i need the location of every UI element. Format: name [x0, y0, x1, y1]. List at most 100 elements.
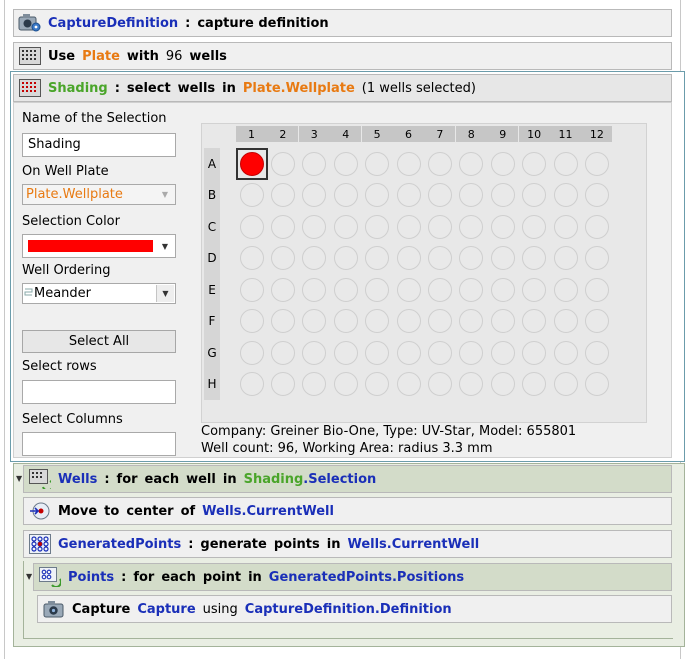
row-header-D[interactable]: D — [204, 243, 220, 274]
well-D2[interactable] — [270, 246, 295, 270]
well-E8[interactable] — [459, 277, 484, 302]
well-G8[interactable] — [459, 340, 484, 365]
well-plate-select[interactable]: Plate.Wellplate ▼ — [22, 184, 176, 205]
well-C6[interactable] — [396, 214, 421, 239]
well-E10[interactable] — [522, 277, 547, 302]
column-header-2[interactable]: 2 — [267, 126, 299, 142]
well-plate-grid[interactable]: 1 2 3 4 5 6 7 8 9 10 11 12 A B C D E F G H — [201, 123, 647, 423]
well-A10[interactable] — [522, 151, 547, 176]
selection-color-select[interactable]: ▼ — [22, 234, 176, 258]
well-E2[interactable] — [270, 277, 295, 302]
well-F4[interactable] — [333, 309, 358, 333]
well-D5[interactable] — [365, 246, 390, 270]
well-A3[interactable] — [302, 151, 327, 176]
well-G1[interactable] — [239, 340, 264, 365]
generated-points-row[interactable]: GeneratedPoints : generate points in Wel… — [23, 530, 672, 558]
select-all-button[interactable]: Select All — [22, 330, 176, 353]
well-A8[interactable] — [459, 151, 484, 176]
well-H7[interactable] — [427, 372, 452, 396]
well-B12[interactable] — [584, 183, 609, 207]
well-B6[interactable] — [396, 183, 421, 207]
row-header-H[interactable]: H — [204, 369, 220, 400]
row-header-B[interactable]: B — [204, 180, 220, 211]
well-D11[interactable] — [553, 246, 578, 270]
well-C5[interactable] — [365, 214, 390, 239]
well-H3[interactable] — [302, 372, 327, 396]
select-columns-input[interactable] — [22, 432, 176, 456]
column-header-6[interactable]: 6 — [393, 126, 424, 142]
points-loop-row[interactable]: Points : for each point in GeneratedPoin… — [33, 563, 672, 591]
well-A4[interactable] — [333, 151, 358, 176]
well-G7[interactable] — [427, 340, 452, 365]
well-C9[interactable] — [490, 214, 515, 239]
well-C10[interactable] — [522, 214, 547, 239]
column-header-10[interactable]: 10 — [518, 126, 550, 142]
well-A1[interactable] — [239, 151, 264, 176]
wells-loop-row[interactable]: Wells : for each well in Shading .Selecti… — [23, 465, 672, 493]
well-A12[interactable] — [584, 151, 609, 176]
well-G12[interactable] — [584, 340, 609, 365]
well-D7[interactable] — [427, 246, 452, 270]
well-D6[interactable] — [396, 246, 421, 270]
well-C11[interactable] — [553, 214, 578, 239]
row-header-E[interactable]: E — [204, 274, 220, 305]
well-E11[interactable] — [553, 277, 578, 302]
well-B8[interactable] — [459, 183, 484, 207]
chevron-down-icon[interactable]: ▼ — [156, 285, 174, 302]
well-G5[interactable] — [365, 340, 390, 365]
row-header-G[interactable]: G — [204, 337, 220, 368]
column-header-1[interactable]: 1 — [236, 126, 267, 142]
well-D9[interactable] — [490, 246, 515, 270]
well-A9[interactable] — [490, 151, 515, 176]
well-F11[interactable] — [553, 309, 578, 333]
well-F10[interactable] — [522, 309, 547, 333]
column-header-7[interactable]: 7 — [424, 126, 456, 142]
well-F2[interactable] — [270, 309, 295, 333]
column-header-5[interactable]: 5 — [361, 126, 393, 142]
well-E7[interactable] — [427, 277, 452, 302]
well-H8[interactable] — [459, 372, 484, 396]
well-H1[interactable] — [239, 372, 264, 396]
well-C3[interactable] — [302, 214, 327, 239]
column-header-9[interactable]: 9 — [487, 126, 519, 142]
well-B5[interactable] — [365, 183, 390, 207]
row-header-C[interactable]: C — [204, 211, 220, 242]
chevron-down-icon[interactable]: ▼ — [156, 186, 174, 203]
well-D4[interactable] — [333, 246, 358, 270]
well-E3[interactable] — [302, 277, 327, 302]
well-D3[interactable] — [302, 246, 327, 270]
well-C1[interactable] — [239, 214, 264, 239]
well-G4[interactable] — [333, 340, 358, 365]
well-F7[interactable] — [427, 309, 452, 333]
well-D10[interactable] — [522, 246, 547, 270]
well-A7[interactable] — [427, 151, 452, 176]
well-E5[interactable] — [365, 277, 390, 302]
well-E9[interactable] — [490, 277, 515, 302]
well-D1[interactable] — [239, 246, 264, 270]
well-ordering-select[interactable]: Meander ▼ — [22, 283, 176, 304]
well-D8[interactable] — [459, 246, 484, 270]
collapse-triangle-icon[interactable]: ▼ — [16, 474, 22, 483]
well-C2[interactable] — [270, 214, 295, 239]
capture-definition-row[interactable]: CaptureDefinition : capture definition — [13, 9, 672, 37]
use-plate-row[interactable]: Use Plate with 96 wells — [13, 42, 672, 70]
well-C7[interactable] — [427, 214, 452, 239]
well-H2[interactable] — [270, 372, 295, 396]
well-E1[interactable] — [239, 277, 264, 302]
well-H4[interactable] — [333, 372, 358, 396]
column-header-3[interactable]: 3 — [298, 126, 330, 142]
well-F8[interactable] — [459, 309, 484, 333]
shading-header[interactable]: Shading : select wells in Plate.Wellplat… — [13, 74, 672, 102]
well-G6[interactable] — [396, 340, 421, 365]
well-B1[interactable] — [239, 183, 264, 207]
column-header-8[interactable]: 8 — [455, 126, 487, 142]
selection-name-input[interactable]: Shading — [22, 133, 176, 157]
well-F1[interactable] — [239, 309, 264, 333]
well-G3[interactable] — [302, 340, 327, 365]
capture-row[interactable]: Capture Capture using CaptureDefinition.… — [37, 595, 672, 623]
well-B2[interactable] — [270, 183, 295, 207]
well-G10[interactable] — [522, 340, 547, 365]
well-F3[interactable] — [302, 309, 327, 333]
well-F5[interactable] — [365, 309, 390, 333]
well-C8[interactable] — [459, 214, 484, 239]
